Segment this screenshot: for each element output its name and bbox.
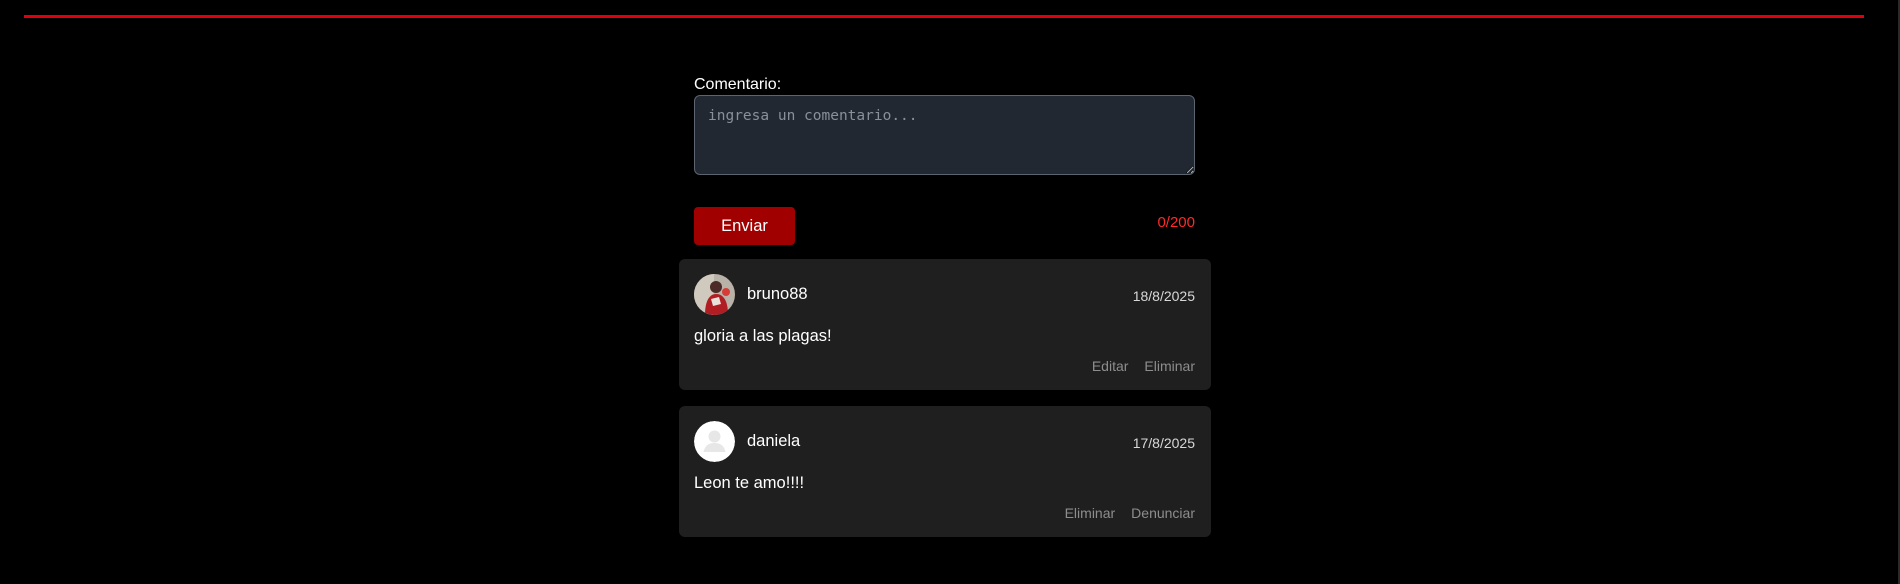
comment-form: Comentario: <box>694 75 1195 175</box>
top-accent-line <box>24 15 1864 18</box>
send-button[interactable]: Enviar <box>694 207 795 245</box>
comment-actions: Eliminar Denunciar <box>1065 505 1195 521</box>
comment-username: daniela <box>747 432 801 450</box>
delete-comment-button[interactable]: Eliminar <box>1065 505 1116 521</box>
comment-card: bruno88 18/8/2025 gloria a las plagas! E… <box>679 259 1211 390</box>
comment-input[interactable] <box>694 95 1195 175</box>
comment-text: gloria a las plagas! <box>694 327 832 345</box>
comment-date: 17/8/2025 <box>1132 435 1195 451</box>
character-counter: 0/200 <box>1157 214 1195 231</box>
report-comment-button[interactable]: Denunciar <box>1131 505 1195 521</box>
comment-card: daniela 17/8/2025 Leon te amo!!!! Elimin… <box>679 406 1211 537</box>
default-avatar-icon <box>694 421 735 462</box>
comment-username: bruno88 <box>747 285 808 303</box>
delete-comment-button[interactable]: Eliminar <box>1144 358 1195 374</box>
send-row: Enviar 0/200 <box>694 207 1195 245</box>
comments-page: Comentario: Enviar 0/200 bruno88 18/8/20… <box>0 0 1900 584</box>
user-photo-avatar <box>694 274 735 315</box>
default-user-icon <box>694 421 735 462</box>
comment-label: Comentario: <box>694 76 782 93</box>
comment-text: Leon te amo!!!! <box>694 474 805 492</box>
avatar-photo-icon <box>694 274 735 315</box>
edit-comment-button[interactable]: Editar <box>1092 358 1129 374</box>
comment-date: 18/8/2025 <box>1132 288 1195 304</box>
comment-actions: Editar Eliminar <box>1092 358 1195 374</box>
